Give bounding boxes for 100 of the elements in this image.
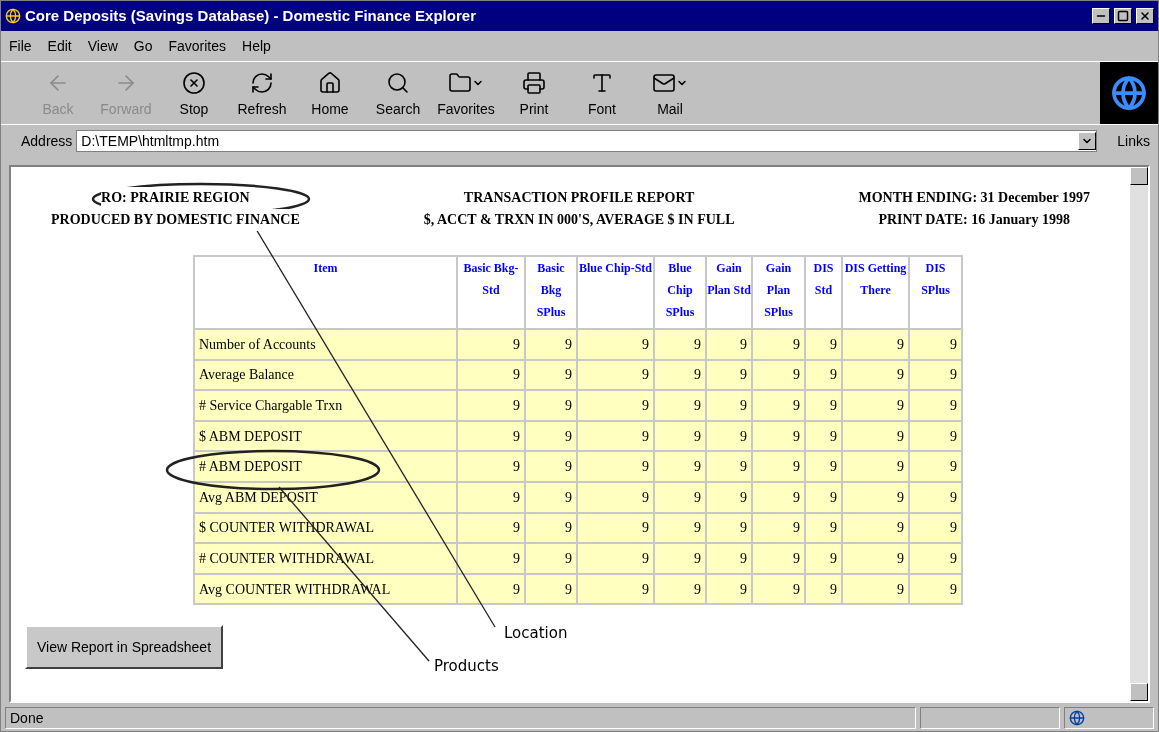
- table-cell: 9: [842, 481, 909, 513]
- table-cell: 9: [525, 359, 577, 391]
- annotation-label: Location: [504, 623, 568, 644]
- close-button[interactable]: [1136, 8, 1154, 24]
- table-cell: 9: [654, 329, 706, 360]
- table-cell: 9: [457, 451, 525, 482]
- table-cell: 9: [654, 481, 706, 513]
- toolbar-button[interactable]: Stop: [161, 71, 227, 120]
- table-cell: 9: [909, 420, 962, 452]
- table-cell: 9: [909, 329, 962, 360]
- table-cell: 9: [457, 329, 525, 360]
- table-cell: Number of Accounts: [194, 329, 457, 360]
- table-cell: 9: [909, 481, 962, 513]
- printer-icon: [522, 71, 546, 95]
- menu-item[interactable]: Favorites: [168, 35, 227, 57]
- report-header-text: PRODUCED BY DOMESTIC FINANCE: [51, 209, 300, 231]
- table-cell: 9: [577, 543, 654, 574]
- report-header-text: RO: PRAIRIE REGION: [101, 187, 250, 209]
- table-cell: 9: [525, 390, 577, 421]
- table-cell: 9: [842, 359, 909, 391]
- table-cell: 9: [752, 420, 805, 452]
- table-cell: $ ABM DEPOSIT: [194, 420, 457, 452]
- table-cell: 9: [525, 512, 577, 544]
- menu-item[interactable]: Go: [133, 35, 153, 57]
- table-cell: 9: [752, 329, 805, 360]
- table-cell: 9: [457, 390, 525, 421]
- table-cell: 9: [457, 543, 525, 574]
- table-cell: 9: [752, 390, 805, 421]
- browser-logo: [1100, 62, 1158, 124]
- table-cell: 9: [909, 512, 962, 544]
- maximize-icon: [1117, 10, 1129, 22]
- toolbar-button[interactable]: Home: [297, 71, 363, 120]
- table-cell: 9: [909, 390, 962, 421]
- table-cell: 9: [577, 329, 654, 360]
- table-cell: # Service Chargable Trxn: [194, 390, 457, 421]
- menu-item[interactable]: Edit: [47, 35, 72, 57]
- table-cell: 9: [457, 481, 525, 513]
- table-cell: 9: [577, 390, 654, 421]
- toolbar-button[interactable]: Search: [365, 71, 431, 120]
- close-icon: [1139, 10, 1151, 22]
- table-cell: 9: [525, 420, 577, 452]
- table-cell: 9: [654, 451, 706, 482]
- table-cell: 9: [525, 451, 577, 482]
- toolbar-button[interactable]: Font: [569, 71, 635, 120]
- links-button[interactable]: Links: [1117, 130, 1150, 152]
- table-cell: 9: [752, 359, 805, 391]
- table-cell: 9: [752, 573, 805, 605]
- table-cell: 9: [752, 451, 805, 482]
- table-cell: 9: [909, 359, 962, 391]
- refresh-icon: [250, 71, 274, 95]
- column-header: Item: [194, 256, 457, 329]
- dropdown-button[interactable]: [1078, 132, 1097, 150]
- toolbar-button[interactable]: Favorites: [433, 71, 499, 120]
- table-cell: 9: [654, 390, 706, 421]
- table-cell: 9: [577, 573, 654, 605]
- table-cell: 9: [525, 481, 577, 513]
- table-cell: 9: [577, 359, 654, 391]
- table-cell: 9: [654, 512, 706, 544]
- toolbar-button[interactable]: Mail: [637, 71, 703, 120]
- table-cell: 9: [842, 543, 909, 574]
- menu-item[interactable]: Help: [242, 35, 271, 57]
- table-cell: 9: [752, 481, 805, 513]
- search-icon: [386, 71, 410, 95]
- table-cell: 9: [842, 573, 909, 605]
- table-cell: 9: [457, 420, 525, 452]
- table-cell: 9: [525, 573, 577, 605]
- toolbar-button[interactable]: Print: [501, 71, 567, 120]
- table-cell: 9: [654, 573, 706, 605]
- maximize-button[interactable]: [1114, 8, 1132, 24]
- table-cell: 9: [577, 451, 654, 482]
- table-cell: 9: [577, 420, 654, 452]
- table-cell: 9: [654, 420, 706, 452]
- table-cell: 9: [842, 451, 909, 482]
- table-cell: 9: [909, 451, 962, 482]
- zone-icon: [1069, 710, 1085, 726]
- table-cell: 9: [752, 512, 805, 544]
- address-field[interactable]: D:\TEMP\htmltmp.htm: [76, 130, 1098, 152]
- envelope-icon: [652, 71, 676, 95]
- menu-item[interactable]: File: [9, 35, 32, 57]
- table-cell: 9: [752, 543, 805, 574]
- table-cell: 9: [654, 359, 706, 391]
- address-label: Address: [21, 131, 73, 151]
- table-cell: 9: [909, 543, 962, 574]
- table-cell: 9: [842, 512, 909, 544]
- font-icon: [590, 71, 614, 95]
- table-cell: 9: [457, 359, 525, 391]
- status-text: Done: [5, 707, 916, 729]
- minimize-button[interactable]: [1092, 8, 1110, 24]
- folder-icon: [448, 71, 472, 95]
- menu-item[interactable]: View: [87, 35, 118, 57]
- view-spreadsheet-button[interactable]: View Report in Spreadsheet: [25, 625, 223, 670]
- table-cell: Average Balance: [194, 359, 457, 391]
- table-cell: 9: [525, 543, 577, 574]
- table-cell: 9: [577, 481, 654, 513]
- table-cell: 9: [577, 512, 654, 544]
- stop-icon: [182, 71, 206, 95]
- annotation-label: Products: [434, 656, 499, 677]
- house-icon: [318, 71, 342, 95]
- toolbar-button[interactable]: Refresh: [229, 71, 295, 120]
- window-title: Core Deposits (Savings Database) - Domestic Finance Explorer: [25, 5, 477, 26]
